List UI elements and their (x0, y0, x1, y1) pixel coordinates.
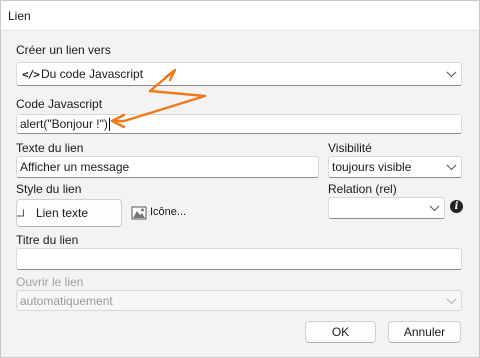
open-link-select: automatiquement (16, 290, 462, 311)
chevron-down-icon (446, 67, 457, 78)
link-style-label: Style du lien (16, 182, 82, 196)
chevron-down-icon (446, 293, 457, 304)
chevron-down-icon (17, 209, 24, 217)
code-icon: </> (22, 68, 40, 81)
open-link-label: Ouvrir le lien (16, 275, 84, 289)
icon-button[interactable]: Icône... (131, 204, 193, 222)
icon-button-label: Icône... (150, 206, 187, 218)
ok-button-label: OK (331, 325, 350, 339)
open-link-value: automatiquement (20, 293, 113, 308)
link-title-input[interactable] (16, 248, 462, 270)
link-text-label: Texte du lien (16, 141, 84, 155)
js-code-input[interactable]: alert("Bonjour !") (16, 114, 462, 134)
link-title-label: Titre du lien (16, 233, 79, 247)
cancel-button[interactable]: Annuler (388, 321, 461, 343)
image-icon (131, 206, 147, 220)
link-style-value: Lien texte (35, 206, 89, 220)
cancel-button-label: Annuler (403, 325, 446, 339)
title-bar: Lien (1, 1, 479, 31)
link-text-value: Afficher un message (20, 160, 130, 174)
visibility-label: Visibilité (328, 141, 372, 155)
relation-select[interactable] (328, 197, 445, 219)
js-code-value: alert("Bonjour !") (20, 116, 108, 131)
dialog-title: Lien (8, 9, 31, 23)
text-caret (108, 118, 110, 132)
visibility-value: toujours visible (332, 160, 412, 174)
link-style-select[interactable]: Lien texte (16, 199, 122, 227)
chevron-down-icon (446, 160, 457, 171)
js-code-label: Code Javascript (16, 97, 103, 111)
link-dialog: Lien Créer un lien vers </> Du code Java… (0, 0, 480, 358)
link-type-select[interactable]: </> Du code Javascript (16, 62, 462, 86)
link-text-input[interactable]: Afficher un message (16, 156, 319, 178)
chevron-down-icon (429, 201, 440, 212)
link-type-value: Du code Javascript (41, 67, 144, 81)
relation-label: Relation (rel) (328, 182, 397, 196)
visibility-select[interactable]: toujours visible (328, 156, 462, 178)
ok-button[interactable]: OK (305, 321, 376, 343)
info-icon[interactable]: i (450, 200, 463, 213)
link-type-label: Créer un lien vers (16, 43, 111, 57)
